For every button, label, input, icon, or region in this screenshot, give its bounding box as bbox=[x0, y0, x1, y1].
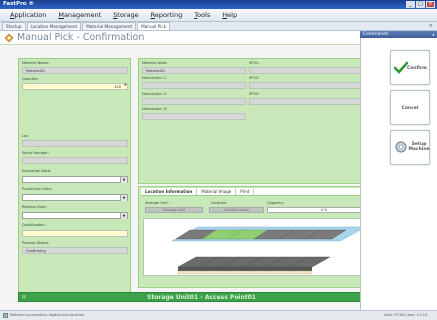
capacity-label: Capacity: bbox=[267, 201, 284, 205]
stack-base bbox=[177, 270, 313, 275]
description-2-field bbox=[142, 98, 246, 105]
quantity-spinner-icon[interactable]: ▲ bbox=[124, 82, 127, 86]
setup-machine-button[interactable]: Setup Machine bbox=[390, 130, 430, 165]
qualification-input[interactable] bbox=[22, 230, 128, 237]
title-bar: FastPro ® _ □ × bbox=[0, 0, 437, 9]
stack-top bbox=[177, 256, 331, 268]
menu-bar: Application Management Storage Reporting… bbox=[0, 9, 437, 22]
commands-title: Commands bbox=[363, 32, 389, 37]
process-status-label: Process Status: bbox=[22, 241, 50, 245]
expiration-date-dropdown[interactable]: ▼ bbox=[22, 176, 128, 183]
status-user: User: FP-AD User: 11:24 bbox=[383, 313, 427, 317]
access-point-text: Storage Unit01 - Access Point01 bbox=[147, 294, 256, 301]
serial-number-label: Serial Number: bbox=[22, 151, 49, 155]
material-alias-field: Material01 bbox=[142, 67, 246, 74]
storage-visualization bbox=[143, 218, 381, 276]
shelf-location-button[interactable]: Shelf/Location bbox=[209, 207, 264, 213]
tab-material-management[interactable]: Material Management bbox=[82, 22, 137, 30]
spv1-label: SPV1: bbox=[249, 61, 260, 65]
chevron-down-icon[interactable]: ▼ bbox=[120, 195, 127, 201]
location-label: Location: bbox=[211, 201, 228, 205]
quantity-label: Quantity: bbox=[22, 77, 39, 81]
menu-management[interactable]: Management bbox=[58, 11, 101, 19]
material-details-panel: Material Alias: Material01 Description 1… bbox=[138, 58, 385, 184]
setup-machine-label: Setup Machine bbox=[408, 142, 430, 152]
menu-help[interactable]: Help bbox=[222, 11, 237, 19]
spv2-label: SPV2: bbox=[249, 76, 260, 80]
tab-startup[interactable]: Startup bbox=[2, 22, 26, 30]
production-date-dropdown[interactable]: ▼ bbox=[22, 194, 128, 201]
storage-unit-button[interactable]: Storage Unit bbox=[145, 207, 203, 213]
minimize-button[interactable]: _ bbox=[406, 1, 415, 8]
description-1-field bbox=[142, 82, 246, 89]
cancel-label: Cancel bbox=[401, 106, 419, 111]
serial-number-field bbox=[22, 157, 128, 164]
spv3-label: SPV3: bbox=[249, 92, 260, 96]
lower-stack bbox=[177, 256, 331, 275]
stack-front bbox=[178, 267, 312, 271]
storage-unit-label: Storage Unit: bbox=[145, 201, 169, 205]
process-status-field: Confirming bbox=[22, 247, 128, 254]
maximize-button[interactable]: □ bbox=[416, 1, 425, 8]
menu-storage[interactable]: Storage bbox=[113, 11, 138, 19]
quantity-input[interactable]: 120 bbox=[22, 83, 128, 90]
app-title: FastPro ® bbox=[3, 1, 34, 7]
page-title: Manual Pick - Confirmation bbox=[17, 32, 145, 43]
window-controls: _ □ × bbox=[406, 1, 435, 8]
cancel-button[interactable]: Cancel bbox=[390, 90, 430, 125]
page-header: Manual Pick - Confirmation bbox=[0, 31, 360, 45]
lot-field bbox=[22, 140, 128, 147]
chevron-down-icon[interactable]: ▼ bbox=[120, 177, 127, 183]
shelf-diagram bbox=[171, 226, 367, 275]
description-2-label: Description 2: bbox=[142, 92, 168, 96]
tab-manual-pick[interactable]: Manual Pick bbox=[137, 22, 170, 30]
description-1-label: Description 1: bbox=[142, 76, 168, 80]
production-date-label: Production Date: bbox=[22, 187, 53, 191]
tab-location-information[interactable]: Location Information bbox=[141, 188, 198, 195]
pin-icon[interactable]: ◂ bbox=[432, 31, 434, 38]
checkmark-icon bbox=[394, 61, 408, 74]
qualification-label: Qualification: bbox=[22, 223, 46, 227]
material-name-label: Material Name: bbox=[22, 61, 50, 65]
material-info-panel: Material Name: Material01 Quantity: 120 … bbox=[18, 58, 131, 295]
description-3-label: Description 3: bbox=[142, 107, 168, 111]
close-button[interactable]: × bbox=[426, 1, 435, 8]
menu-tools[interactable]: Tools bbox=[194, 11, 210, 19]
access-point-banner: Storage Unit01 - Access Point01 ◎ bbox=[18, 292, 385, 302]
lot-label: Lot: bbox=[22, 134, 29, 138]
release-date-label: Release Date: bbox=[22, 205, 47, 209]
status-bar: Material successfully loaded into locati… bbox=[0, 310, 437, 320]
confirm-button[interactable]: Confirm bbox=[390, 50, 430, 85]
tab-location-management[interactable]: Location Management bbox=[26, 22, 82, 30]
status-icon bbox=[3, 313, 8, 318]
tray-row bbox=[175, 229, 347, 240]
banner-icon: ◎ bbox=[22, 294, 27, 300]
confirm-label: Confirm bbox=[407, 66, 427, 71]
tab-material-image[interactable]: Material Image bbox=[197, 188, 237, 195]
location-panel: Location Information Material Image Prin… bbox=[138, 186, 385, 288]
material-alias-label: Material Alias: bbox=[142, 61, 168, 65]
expiration-date-label: Expiration Date: bbox=[22, 169, 52, 173]
document-tabs: Startup Location Management Material Man… bbox=[0, 22, 437, 31]
status-message: Material successfully loaded into locati… bbox=[10, 313, 85, 317]
release-date-dropdown[interactable]: ▼ bbox=[22, 212, 128, 219]
commands-header: Commands ◂ bbox=[360, 31, 437, 38]
menu-reporting[interactable]: Reporting bbox=[151, 11, 183, 19]
gear-icon bbox=[395, 141, 407, 153]
location-tabs: Location Information Material Image Prin… bbox=[141, 188, 384, 196]
tab-close-icon[interactable]: × bbox=[429, 23, 433, 29]
description-3-field bbox=[142, 113, 246, 120]
chevron-down-icon[interactable]: ▼ bbox=[120, 213, 127, 219]
tab-print[interactable]: Print bbox=[236, 188, 255, 195]
material-name-field: Material01 bbox=[22, 67, 128, 74]
menu-application[interactable]: Application bbox=[10, 11, 46, 19]
pick-icon bbox=[4, 33, 14, 42]
